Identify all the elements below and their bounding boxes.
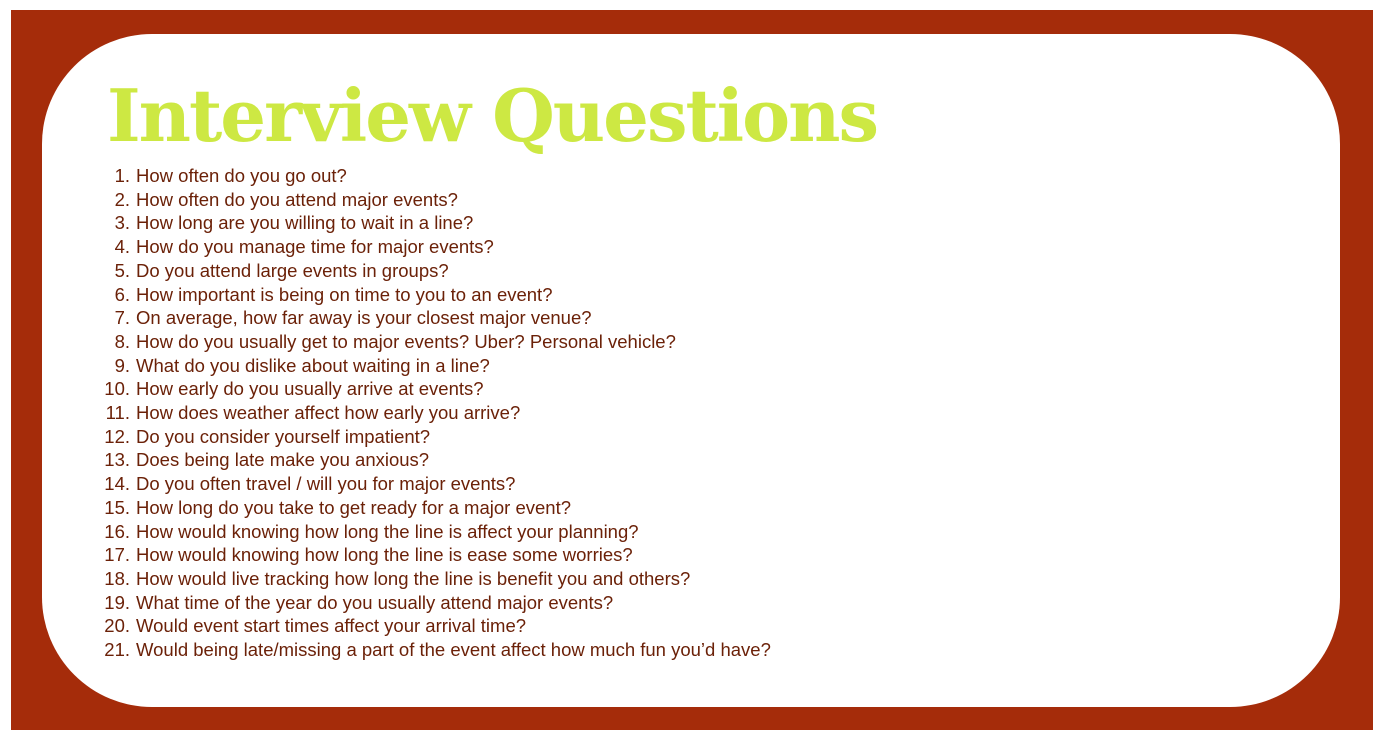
question-number: 7. [114,307,130,329]
question-item: 3. How long are you willing to wait in a … [100,211,1200,235]
question-item: 1. How often do you go out? [100,164,1200,188]
question-item: 16. How would knowing how long the line i… [100,520,1200,544]
question-text: Would event start times affect your arri… [136,615,527,637]
question-text: How long are you willing to wait in a li… [136,212,474,234]
question-number: 15. [104,496,130,518]
question-text: How do you manage time for major events? [136,236,494,258]
question-number: 8. [114,330,130,352]
question-item: 18. How would live tracking how long the … [100,567,1200,591]
question-item: 10. How early do you usually arrive at ev… [100,377,1200,401]
question-text: How important is being on time to you to… [136,283,553,305]
question-list: 1. How often do you go out? 2. How often do… [100,164,1200,662]
question-text: How would live tracking how long the lin… [136,567,691,589]
question-text: How would knowing how long the line is e… [136,544,633,566]
question-item: 20. Would event start times affect your a… [100,614,1200,638]
question-item: 14. Do you often travel / will you for ma… [100,472,1200,496]
question-item: 9. What do you dislike about waiting in a… [100,354,1200,378]
question-text: How do you usually get to major events? … [136,330,676,352]
question-number: 19. [104,591,130,613]
question-number: 10. [104,378,130,400]
question-number: 6. [114,283,130,305]
question-item: 7. On average, how far away is your close… [100,306,1200,330]
question-number: 17. [104,544,130,566]
question-text: How does weather affect how early you ar… [136,402,521,424]
question-text: Does being late make you anxious? [136,449,430,471]
question-text: Do you attend large events in groups? [136,259,449,281]
question-text: On average, how far away is your closest… [136,307,592,329]
question-number: 20. [104,615,130,637]
question-text: How long do you take to get ready for a … [136,496,572,518]
question-item: 5. Do you attend large events in groups? [100,259,1200,283]
question-item: 13. Does being late make you anxious? [100,448,1200,472]
question-item: 19. What time of the year do you usually … [100,591,1200,615]
question-number: 1. [114,165,130,186]
question-number: 2. [114,188,130,210]
question-number: 16. [104,520,130,542]
question-number: 3. [114,212,130,234]
question-text: Would being late/missing a part of the e… [136,639,771,661]
question-number: 14. [104,473,130,495]
question-number: 4. [114,236,130,258]
question-text: What time of the year do you usually att… [136,591,614,613]
question-item: 8. How do you usually get to major events… [100,330,1200,354]
question-number: 13. [104,449,130,471]
question-text: Do you consider yourself impatient? [136,425,431,447]
question-number: 21. [104,639,130,661]
page-title: Interview Questions [107,73,879,158]
question-number: 12. [104,425,130,447]
question-item: 15. How long do you take to get ready for… [100,496,1200,520]
question-text: How would knowing how long the line is a… [136,520,639,542]
question-number: 9. [114,354,130,376]
question-number: 5. [114,259,130,281]
question-text: How often do you go out? [136,165,347,186]
question-item: 6. How important is being on time to you … [100,283,1200,307]
question-text: How often do you attend major events? [136,188,458,210]
question-item: 17. How would knowing how long the line i… [100,543,1200,567]
question-item: 21. Would being late/missing a part of th… [100,638,1200,662]
question-item: 12. Do you consider yourself impatient? [100,425,1200,449]
question-text: How early do you usually arrive at event… [136,378,484,400]
question-text: What do you dislike about waiting in a l… [136,354,490,376]
question-item: 4. How do you manage time for major event… [100,235,1200,259]
question-item: 11. How does weather affect how early you… [100,401,1200,425]
question-number: 11. [105,402,130,424]
question-text: Do you often travel / will you for major… [136,473,516,495]
question-item: 2. How often do you attend major events? [100,188,1200,212]
question-number: 18. [104,567,130,589]
